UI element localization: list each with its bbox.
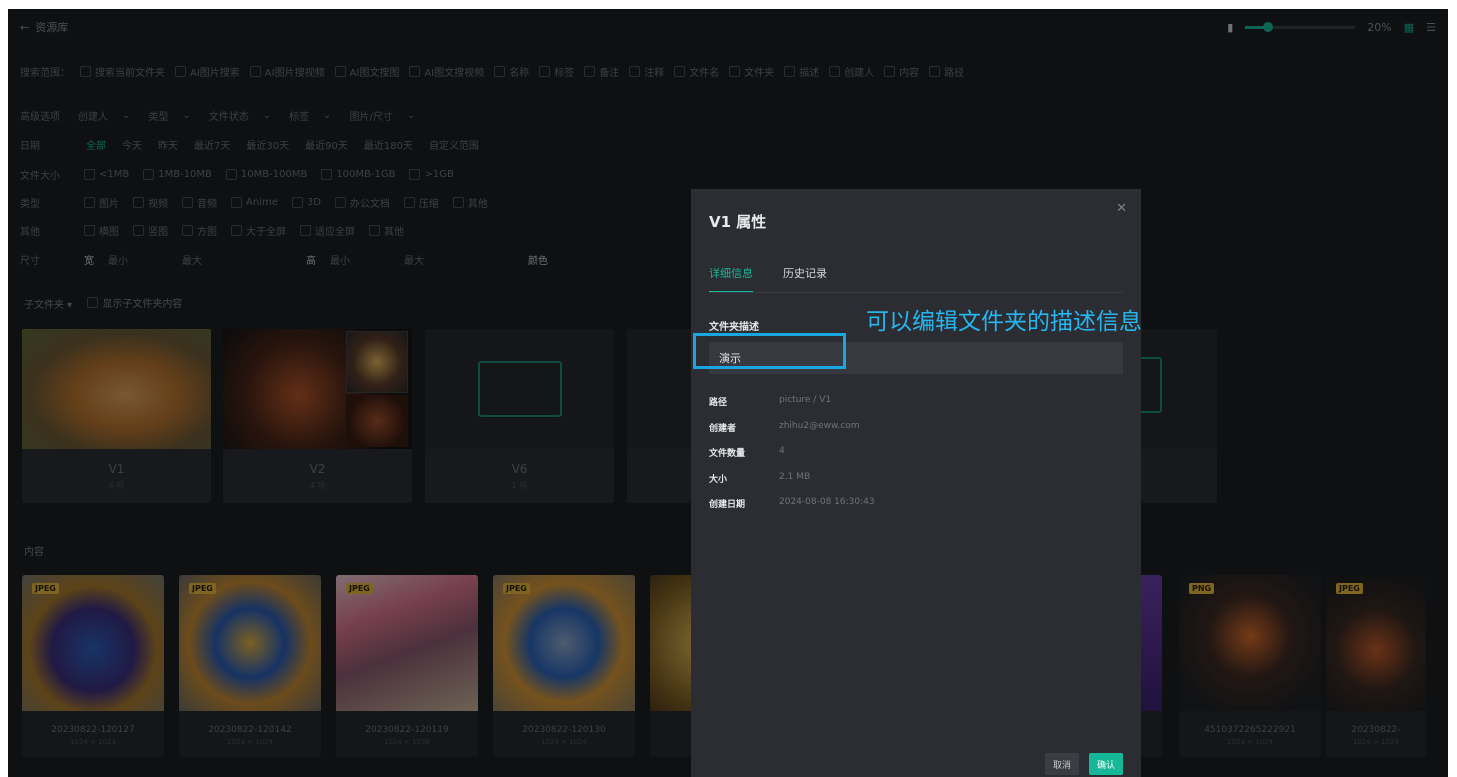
property-row: 大小 2.1 MB [709,472,875,498]
dialog-tabs: 详细信息 历史记录 [709,265,827,293]
property-value: 2024-08-08 16:30:43 [779,497,875,507]
tab-details[interactable]: 详细信息 [709,265,753,293]
annotation-highlight-box [693,333,846,369]
property-value: zhihu2@eww.com [779,420,860,431]
property-key: 文件数量 [709,449,746,459]
dialog-title: V1 属性 [709,213,767,231]
description-label: 文件夹描述 [709,322,759,333]
property-list: 路径 picture / V1 创建者 zhihu2@eww.com 文件数量 4 大… [709,395,875,523]
property-row: 创建日期 2024-08-08 16:30:43 [709,497,875,523]
confirm-button[interactable]: 确认 [1088,753,1123,775]
annotation-text: 可以编辑文件夹的描述信息 [866,309,1142,335]
dialog-footer: 取消 确认 [1044,753,1123,775]
properties-dialog: ✕ V1 属性 详细信息 历史记录 文件夹描述 路径 picture / V1 创… [691,189,1141,777]
property-key: 路径 [709,398,728,408]
property-row: 路径 picture / V1 [709,395,875,421]
property-row: 文件数量 4 [709,446,875,472]
property-key: 大小 [709,474,728,485]
property-key: 创建日期 [709,500,746,510]
property-row: 创建者 zhihu2@eww.com [709,421,875,447]
property-value: 2.1 MB [779,471,811,482]
property-value: picture / V1 [779,395,832,405]
property-value: 4 [779,446,785,456]
app-window: ← 资源库 ▮ 20% ▦ ☰ 搜索范围： 搜索当前文件夹 AI图片搜索 AI图… [8,9,1448,777]
close-icon[interactable]: ✕ [1116,201,1127,216]
cancel-button[interactable]: 取消 [1044,753,1079,775]
tabs-divider [709,292,1123,293]
property-key: 创建者 [709,423,737,434]
tab-history[interactable]: 历史记录 [783,265,827,293]
